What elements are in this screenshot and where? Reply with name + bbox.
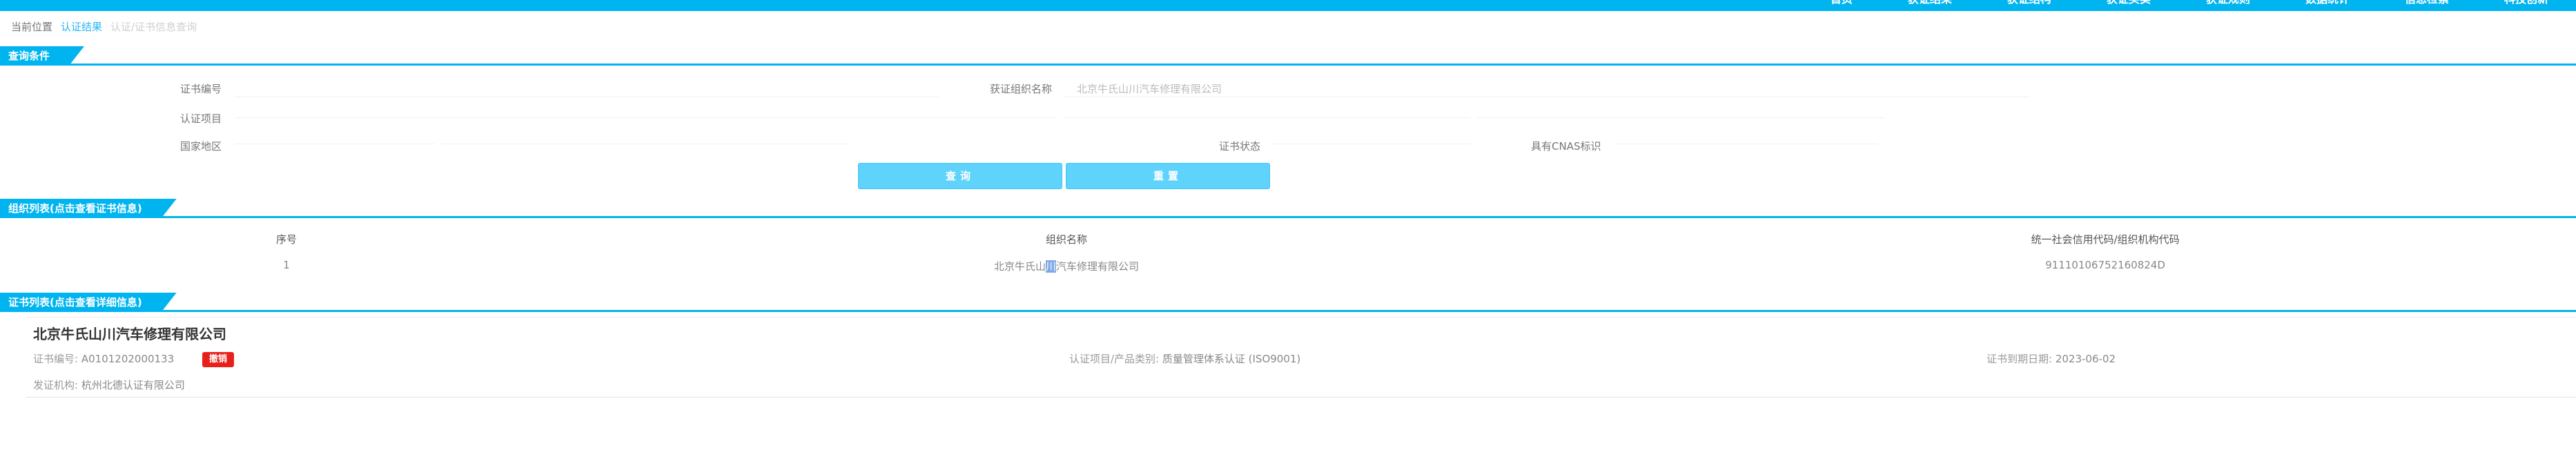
row-org-name[interactable]: 北京牛氏山川汽车修理有限公司 <box>994 259 1139 273</box>
status-label: 证书状态 <box>1219 140 1261 153</box>
cert-no-field: 证书编号: A0101202000133 撤销 <box>33 351 234 367</box>
nav-item-stats[interactable]: 数据统计 <box>2278 0 2377 8</box>
cert-card[interactable]: 北京牛氏山川汽车修理有限公司 证书编号: A0101202000133 撤销 认… <box>26 317 2576 398</box>
expiry-value: 2023-06-02 <box>2055 353 2116 365</box>
expiry-field-label: 证书到期日期: <box>1987 353 2053 365</box>
cert-no-label: 证书编号 <box>180 83 222 95</box>
issuer-value: 杭州北德认证有限公司 <box>81 379 185 391</box>
org-name-selection: 川 <box>1045 260 1057 273</box>
project-value: 质量管理体系认证 (ISO9001) <box>1162 353 1301 365</box>
project-select-1[interactable] <box>235 117 1056 118</box>
col-header-credit-code: 统一社会信用代码/组织机构代码 <box>2031 233 2180 246</box>
status-badge: 撤销 <box>202 351 234 367</box>
nav-item-innovation[interactable]: 科技创新 <box>2477 0 2576 8</box>
col-header-index: 序号 <box>275 233 297 246</box>
breadcrumb-current-label: 当前位置 <box>11 21 53 33</box>
cert-no-value: A0101202000133 <box>81 353 175 365</box>
nav-item-home[interactable]: 首页 <box>1803 0 1880 8</box>
nav-item-rules[interactable]: 获证规则 <box>2178 0 2278 8</box>
search-button[interactable]: 查询 <box>858 163 1062 189</box>
nav-item-search[interactable]: 信息检索 <box>2377 0 2477 8</box>
nav-item-results[interactable]: 获证结果 <box>1880 0 1980 8</box>
project-label: 认证项目 <box>180 113 222 125</box>
project-field: 认证项目/产品类别: 质量管理体系认证 (ISO9001) <box>1069 351 1300 366</box>
org-name-part-1: 北京牛氏山 <box>993 260 1046 273</box>
top-nav-bar: 首页 获证结果 获证结构 获证买卖 获证规则 数据统计 信息检索 科技创新 <box>0 0 2576 11</box>
project-select-2[interactable] <box>1063 117 1470 118</box>
nav-item-structure[interactable]: 获证结构 <box>1980 0 2079 8</box>
issuer-field: 发证机构: 杭州北德认证有限公司 <box>33 378 185 392</box>
breadcrumb: 当前位置 认证结果 认证/证书信息查询 <box>11 19 197 34</box>
cert-no-field-label: 证书编号: <box>33 353 79 365</box>
org-name-part-2: 汽车修理有限公司 <box>1056 260 1140 273</box>
cert-list-section-header: 证书列表(点击查看详细信息) <box>0 293 2576 312</box>
cert-card-title[interactable]: 北京牛氏山川汽车修理有限公司 <box>33 323 226 343</box>
org-name-input[interactable]: 北京牛氏山川汽车修理有限公司 <box>1077 81 1222 96</box>
cert-list-section-title: 证书列表(点击查看详细信息) <box>0 293 177 312</box>
org-list-section-header: 组织列表(点击查看证书信息) <box>0 199 2576 218</box>
reset-button[interactable]: 重置 <box>1066 163 1270 189</box>
main-nav: 首页 获证结果 获证结构 获证买卖 获证规则 数据统计 信息检索 科技创新 <box>1803 0 2576 8</box>
breadcrumb-page: 认证/证书信息查询 <box>110 21 197 33</box>
query-section-title: 查询条件 <box>0 46 84 66</box>
region-label: 国家地区 <box>180 140 222 153</box>
query-section-header: 查询条件 <box>0 46 2576 66</box>
cnas-label: 具有CNAS标识 <box>1531 140 1601 153</box>
project-field-label: 认证项目/产品类别: <box>1069 353 1160 365</box>
col-header-org-name: 组织名称 <box>1045 233 1088 246</box>
nav-item-trade[interactable]: 获证买卖 <box>2079 0 2178 8</box>
row-index: 1 <box>283 259 290 271</box>
expiry-field: 证书到期日期: 2023-06-02 <box>1987 351 2116 366</box>
breadcrumb-link-results[interactable]: 认证结果 <box>61 19 102 34</box>
org-list-section-title: 组织列表(点击查看证书信息) <box>0 199 177 218</box>
issuer-field-label: 发证机构: <box>33 379 79 391</box>
project-select-3[interactable] <box>1477 117 1884 118</box>
row-credit-code: 91110106752160824D <box>2045 259 2165 271</box>
org-name-label: 获证组织名称 <box>990 83 1053 95</box>
